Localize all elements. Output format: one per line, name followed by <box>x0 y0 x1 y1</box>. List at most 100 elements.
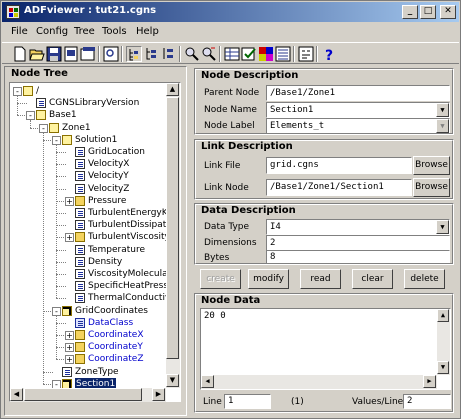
search-next-icon[interactable] <box>201 46 217 62</box>
tree-node-label: GridCoordinates <box>75 305 148 316</box>
create-button[interactable]: create <box>200 269 241 289</box>
bytes-field[interactable]: 8 <box>266 250 450 264</box>
expand-toggle-icon[interactable]: + <box>65 196 74 206</box>
folder-icon <box>75 330 85 340</box>
collapse-icon[interactable] <box>161 46 177 62</box>
node-label-combo[interactable]: Elements_t ▼ <box>266 118 450 134</box>
color-icon[interactable] <box>258 46 274 62</box>
data-hscroll[interactable]: ◀ ▶ <box>201 375 437 389</box>
scroll-right-icon[interactable]: ▶ <box>423 375 436 388</box>
new-icon[interactable] <box>12 46 28 62</box>
node-name-combo[interactable]: Section1 ▼ <box>266 102 450 118</box>
browse-file-button[interactable]: Browse <box>413 156 450 175</box>
link-node-field[interactable]: /Base1/Zone1/Section1 <box>266 179 412 196</box>
data-type-value: I4 <box>270 222 281 232</box>
close-file-icon[interactable] <box>80 46 96 62</box>
collapse-toggle-icon[interactable]: - <box>13 87 22 96</box>
parent-node-field[interactable]: /Base1/Zone1 <box>266 85 450 101</box>
scroll-down-icon[interactable]: ▼ <box>437 361 449 374</box>
chevron-down-icon[interactable]: ▼ <box>436 119 449 133</box>
title-bar[interactable]: ADFviewer : tut21.cgns _ □ ✕ <box>2 2 459 22</box>
menu-tools[interactable]: Tools <box>102 26 127 37</box>
data-type-combo[interactable]: I4 ▼ <box>266 219 450 235</box>
scroll-right-icon[interactable]: ▶ <box>152 388 165 401</box>
values-per-line-field[interactable]: 2 <box>403 394 451 409</box>
tree-node-label: Base1 <box>49 110 77 121</box>
data-type-label: Data Type <box>204 222 250 232</box>
document-icon <box>75 281 85 292</box>
scroll-down-icon[interactable]: ▼ <box>166 374 179 387</box>
tree-node-label: TurbulentViscosity <box>88 232 170 243</box>
link-view-icon[interactable] <box>126 46 142 62</box>
scroll-left-icon[interactable]: ◀ <box>10 388 23 401</box>
maximize-button[interactable]: □ <box>420 5 436 19</box>
line-total: (1) <box>291 397 304 407</box>
link-file-field[interactable]: grid.cgns <box>266 157 412 174</box>
node-name-label: Node Name <box>204 105 257 115</box>
menu-file[interactable]: File <box>11 26 28 37</box>
collapse-toggle-icon[interactable]: - <box>52 306 61 316</box>
delete-button[interactable]: delete <box>404 269 445 289</box>
bytes-label: Bytes <box>204 253 230 263</box>
line-field[interactable]: 1 <box>224 394 271 409</box>
read-button[interactable]: read <box>300 269 341 289</box>
dimensions-field[interactable]: 2 <box>266 235 450 251</box>
document-icon <box>75 244 85 255</box>
document-icon <box>36 98 46 109</box>
document-icon <box>75 159 85 170</box>
node-label-label: Node Label <box>204 121 255 131</box>
scroll-up-icon[interactable]: ▲ <box>437 309 449 322</box>
save-icon[interactable] <box>46 46 62 62</box>
link-node-label: Link Node <box>204 183 249 193</box>
expand-toggle-icon[interactable]: + <box>65 343 74 353</box>
tree-node-label: Density <box>88 256 123 267</box>
modify-button[interactable]: modify <box>248 269 289 289</box>
document-icon <box>75 208 85 218</box>
menu-help[interactable]: Help <box>136 26 159 37</box>
table-icon[interactable] <box>224 46 240 62</box>
tree-node-label: TurbulentDissipatic <box>88 220 174 231</box>
browse-node-button[interactable]: Browse <box>413 178 450 197</box>
tree-hscroll-thumb[interactable] <box>24 388 142 401</box>
node-data-textarea[interactable]: 20 0 ▲ ▼ ◀ ▶ <box>200 308 451 390</box>
tree-vscroll[interactable]: ▲ ▼ <box>166 83 180 388</box>
scroll-left-icon[interactable]: ◀ <box>201 375 214 388</box>
check-icon[interactable] <box>241 46 257 62</box>
expand-toggle-icon[interactable]: + <box>65 331 74 340</box>
save-as-icon[interactable] <box>63 46 79 62</box>
tree-node-label: / <box>36 86 40 96</box>
minimize-button[interactable]: _ <box>402 5 418 19</box>
expand-toggle-icon[interactable]: + <box>65 233 74 243</box>
collapse-toggle-icon[interactable]: - <box>39 123 48 133</box>
chevron-down-icon[interactable]: ▼ <box>436 103 449 117</box>
tree-hscroll[interactable]: ◀ ▶ <box>10 388 166 402</box>
scroll-up-icon[interactable]: ▲ <box>166 83 179 96</box>
data-description-group: Data Description Data Type I4 ▼ Dimensio… <box>194 203 454 265</box>
link-description-group: Link Description Link File grid.cgns Bro… <box>194 139 454 200</box>
clear-button[interactable]: clear <box>352 269 393 289</box>
list-icon[interactable] <box>275 46 291 62</box>
node-label-value: Elements_t <box>270 121 325 131</box>
node-tree[interactable]: / - CGNSLibraryVersion Base1- Zone1- Solution… <box>9 82 181 402</box>
collapse-toggle-icon[interactable]: - <box>26 111 35 121</box>
help-icon[interactable]: ? <box>321 46 337 62</box>
open-icon[interactable] <box>29 46 45 62</box>
document-icon <box>75 183 85 194</box>
folder-icon <box>62 305 72 316</box>
node-description-group: Node Description Parent Node /Base1/Zone… <box>194 68 454 135</box>
values-per-line-label: Values/Line <box>352 397 404 407</box>
expand-toggle-icon[interactable]: + <box>65 355 74 365</box>
menu-tree[interactable]: Tree <box>74 26 95 37</box>
document-icon <box>75 147 85 157</box>
info-icon[interactable] <box>298 46 314 62</box>
data-vscroll[interactable]: ▲ ▼ <box>437 309 450 375</box>
expand-icon[interactable] <box>144 46 160 62</box>
tree-vscroll-thumb[interactable] <box>166 97 179 359</box>
find-icon[interactable] <box>103 46 119 62</box>
collapse-toggle-icon[interactable]: - <box>52 135 61 145</box>
chevron-down-icon[interactable]: ▼ <box>436 220 449 234</box>
tree-node-label: Temperature <box>88 244 146 255</box>
search-icon[interactable] <box>184 46 200 62</box>
close-button[interactable]: ✕ <box>440 5 456 19</box>
menu-config[interactable]: Config <box>36 26 68 37</box>
